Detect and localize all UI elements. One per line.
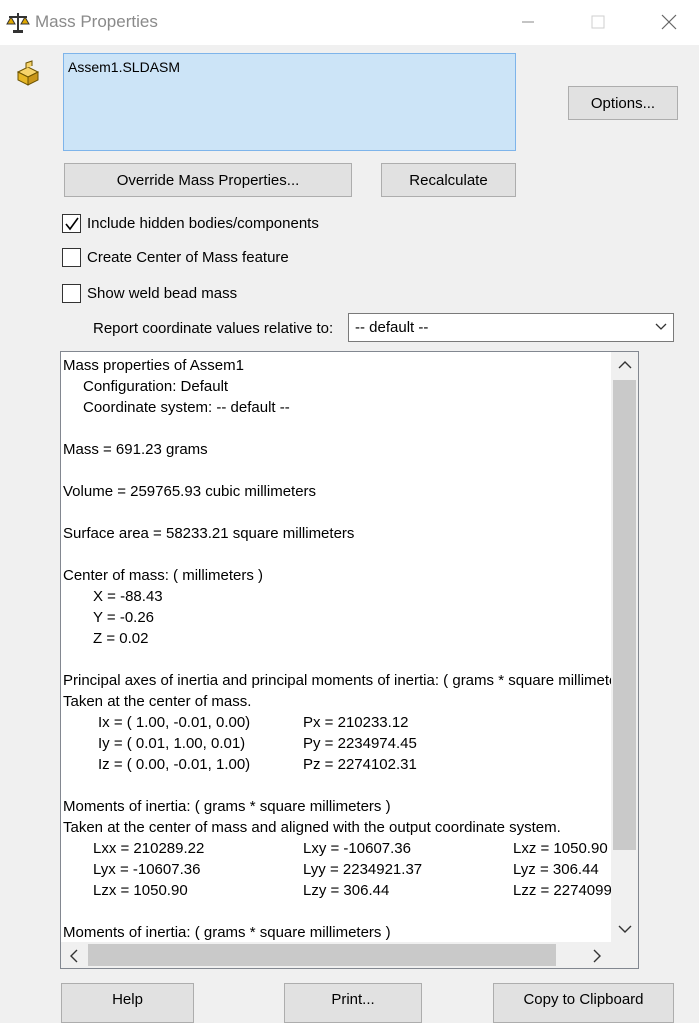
horizontal-scroll-thumb[interactable] xyxy=(88,944,556,966)
weld-bead-label[interactable]: Show weld bead mass xyxy=(87,285,237,302)
lyy-line: Lyy = 2234921.37 xyxy=(303,861,423,878)
configuration-line: Configuration: Default xyxy=(83,378,229,395)
selected-components-list[interactable]: Assem1.SLDASM xyxy=(63,53,516,151)
lxy-line: Lxy = -10607.36 xyxy=(303,840,411,857)
iz-line: Iz = ( 0.00, -0.01, 1.00) xyxy=(98,756,251,773)
copy-to-clipboard-button[interactable]: Copy to Clipboard xyxy=(493,983,674,1023)
chevron-left-icon[interactable] xyxy=(69,949,79,963)
com-x-line: X = -88.43 xyxy=(93,588,163,605)
checkmark-icon xyxy=(65,217,79,231)
print-button[interactable]: Print... xyxy=(284,983,422,1023)
taken-at-com-line: Taken at the center of mass. xyxy=(63,693,252,710)
pz-line: Pz = 2274102.31 xyxy=(303,756,417,773)
include-hidden-checkbox[interactable] xyxy=(62,214,81,233)
maximize-button[interactable] xyxy=(564,0,634,45)
selected-component-item[interactable]: Assem1.SLDASM xyxy=(68,59,180,75)
chevron-right-icon[interactable] xyxy=(592,949,602,963)
principal-axes-header: Principal axes of inertia and principal … xyxy=(63,672,611,689)
close-button[interactable] xyxy=(634,0,699,45)
lxz-line: Lxz = 1050.90 xyxy=(513,840,608,857)
center-of-mass-label[interactable]: Create Center of Mass feature xyxy=(87,249,289,266)
weld-bead-checkbox[interactable] xyxy=(62,284,81,303)
px-line: Px = 210233.12 xyxy=(303,714,409,731)
report-coordinate-label: Report coordinate values relative to: xyxy=(93,320,334,337)
lzx-line: Lzx = 1050.90 xyxy=(93,882,188,899)
volume-line: Volume = 259765.93 cubic millimeters xyxy=(63,483,317,500)
lyx-line: Lyx = -10607.36 xyxy=(93,861,201,878)
coordinate-system-line: Coordinate system: -- default -- xyxy=(83,399,290,416)
title-bar: Mass Properties xyxy=(0,0,699,45)
center-of-mass-header: Center of mass: ( millimeters ) xyxy=(63,567,264,584)
py-line: Py = 2234974.45 xyxy=(303,735,417,752)
moments-header-2: Moments of inertia: ( grams * square mil… xyxy=(63,924,391,941)
close-icon xyxy=(661,14,677,30)
minimize-icon xyxy=(522,21,534,23)
coordinate-system-value: -- default -- xyxy=(355,319,429,336)
override-mass-properties-button[interactable]: Override Mass Properties... xyxy=(64,163,352,197)
maximize-icon xyxy=(591,15,605,29)
assembly-icon xyxy=(16,60,40,86)
results-text: Mass properties of Assem1 Configuration:… xyxy=(61,352,611,944)
minimize-button[interactable] xyxy=(494,0,564,45)
ix-line: Ix = ( 1.00, -0.01, 0.00) xyxy=(98,714,251,731)
taken-aligned-line: Taken at the center of mass and aligned … xyxy=(63,819,561,836)
scrollbar-corner xyxy=(611,942,638,968)
com-z-line: Z = 0.02 xyxy=(93,630,149,647)
chevron-down-icon xyxy=(655,323,667,330)
window-title: Mass Properties xyxy=(35,12,158,31)
options-button[interactable]: Options... xyxy=(568,86,678,120)
recalculate-button[interactable]: Recalculate xyxy=(381,163,516,197)
include-hidden-label[interactable]: Include hidden bodies/components xyxy=(87,215,319,232)
horizontal-scrollbar[interactable] xyxy=(61,942,611,968)
results-header: Mass properties of Assem1 xyxy=(63,357,244,374)
lzz-line: Lzz = 2274099. xyxy=(513,882,611,899)
com-y-line: Y = -0.26 xyxy=(93,609,155,626)
moments-header: Moments of inertia: ( grams * square mil… xyxy=(63,798,391,815)
coordinate-system-select[interactable]: -- default -- xyxy=(348,313,674,342)
chevron-up-icon[interactable] xyxy=(618,360,632,370)
lxx-line: Lxx = 210289.22 xyxy=(93,840,205,857)
scale-balance-icon xyxy=(6,13,30,33)
mass-properties-results[interactable]: Mass properties of Assem1 Configuration:… xyxy=(60,351,639,969)
chevron-down-icon[interactable] xyxy=(618,924,632,934)
surface-area-line: Surface area = 58233.21 square millimete… xyxy=(63,525,355,542)
vertical-scroll-thumb[interactable] xyxy=(613,380,636,850)
lzy-line: Lzy = 306.44 xyxy=(303,882,390,899)
lyz-line: Lyz = 306.44 xyxy=(513,861,599,878)
center-of-mass-checkbox[interactable] xyxy=(62,248,81,267)
iy-line: Iy = ( 0.01, 1.00, 0.01) xyxy=(98,735,246,752)
help-button[interactable]: Help xyxy=(61,983,194,1023)
vertical-scrollbar[interactable] xyxy=(611,352,638,944)
mass-line: Mass = 691.23 grams xyxy=(63,441,208,458)
